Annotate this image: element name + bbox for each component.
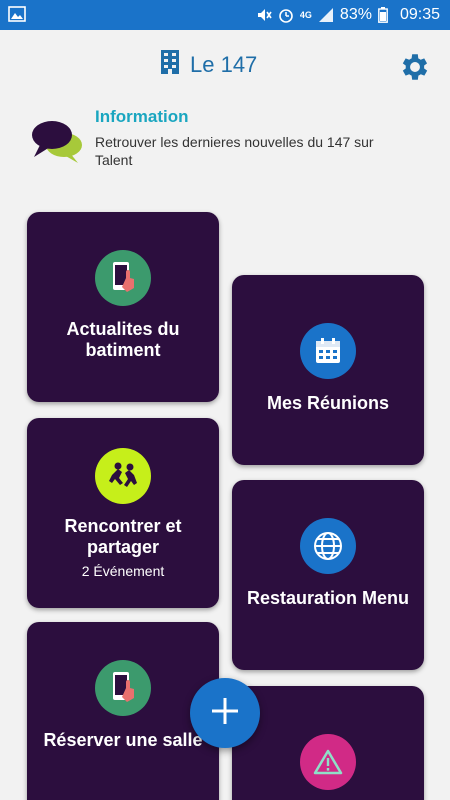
battery-percentage: 83% [339, 6, 372, 23]
card-restauration[interactable]: Restauration Menu [232, 480, 424, 670]
add-button[interactable] [190, 678, 260, 748]
card-label: Actualites du batiment [66, 319, 180, 360]
card-sub: 2 Événement [81, 563, 165, 579]
card-label: Réserver une salle [43, 730, 203, 750]
app-header: Le 147 [0, 30, 450, 102]
phone-tap-icon [95, 250, 151, 306]
mute-icon [256, 7, 272, 23]
settings-gear-icon[interactable] [398, 50, 432, 84]
warning-icon [300, 734, 356, 790]
clock: 09:35 [399, 6, 440, 23]
building-icon [160, 50, 180, 79]
battery-icon [378, 7, 394, 23]
status-bar: 4G 83% 09:35 [0, 0, 450, 30]
network-type: 4G [299, 9, 312, 20]
info-text: Retrouver les dernieres nouvelles du 147… [95, 134, 374, 168]
alarm-icon [278, 7, 294, 23]
card-label: Mes Réunions [266, 393, 390, 413]
signal-icon [318, 7, 334, 23]
card-reunions[interactable]: Mes Réunions [232, 275, 424, 465]
info-title: Information [95, 107, 189, 126]
card-actualites[interactable]: Actualites du batiment [27, 212, 219, 402]
card-label: Rencontrer et partager [64, 516, 182, 557]
people-running-icon [95, 448, 151, 504]
plus-icon [210, 696, 240, 731]
calendar-icon [300, 323, 356, 379]
chat-bubbles-icon [30, 119, 86, 165]
card-label: Restauration Menu [246, 588, 410, 608]
globe-icon [300, 518, 356, 574]
card-alerte[interactable] [232, 686, 424, 800]
card-rencontrer[interactable]: Rencontrer et partager 2 Événement [27, 418, 219, 608]
information-banner[interactable]: Information Retrouver les dernieres nouv… [30, 105, 430, 175]
image-notification-icon [8, 6, 26, 22]
page-title: Le 147 [190, 51, 258, 77]
phone-tap-icon [95, 660, 151, 716]
